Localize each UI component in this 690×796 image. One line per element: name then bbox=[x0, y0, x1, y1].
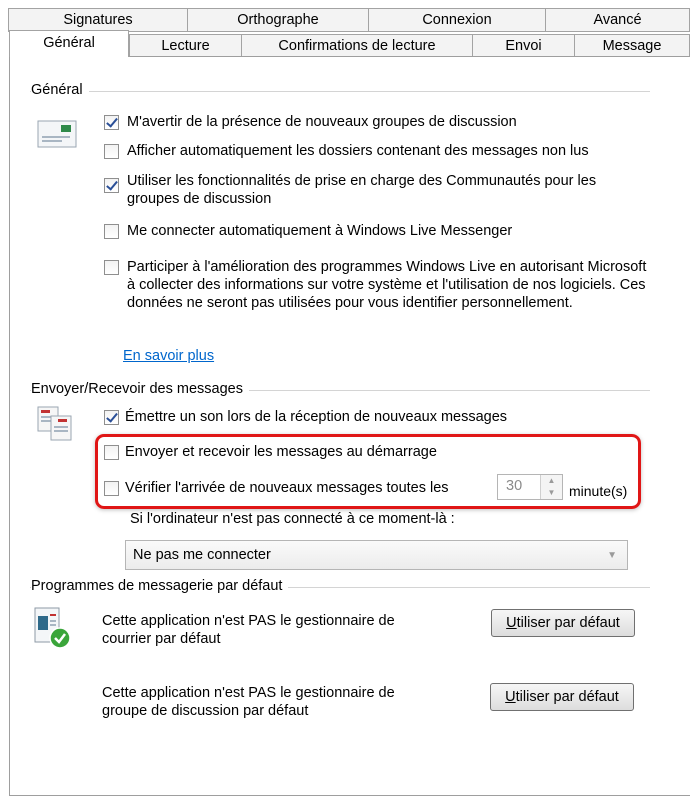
communities-support-checkbox[interactable] bbox=[104, 178, 119, 193]
auto-show-unread-folders-label: Afficher automatiquement les dossiers co… bbox=[127, 143, 589, 159]
group-divider-general bbox=[30, 91, 650, 92]
tab-connexion[interactable]: Connexion bbox=[368, 8, 546, 32]
tab-orthographe[interactable]: Orthographe bbox=[187, 8, 369, 32]
newsgroup-icon bbox=[37, 118, 79, 154]
default-mail-status-text: Cette application n'est PAS le gestionna… bbox=[102, 613, 395, 647]
button-mnemonic: U bbox=[505, 689, 516, 705]
set-default-mail-button[interactable]: Utiliser par défaut bbox=[491, 609, 635, 637]
group-title-default-programs: Programmes de messagerie par défaut bbox=[31, 578, 289, 594]
tab-envoi[interactable]: Envoi bbox=[472, 34, 575, 57]
communities-support-label: Utiliser les fonctionnalités de prise en… bbox=[127, 173, 597, 207]
notify-new-newsgroups-label: M'avertir de la présence de nouveaux gro… bbox=[127, 114, 517, 130]
check-badge-icon bbox=[49, 627, 71, 653]
participate-improvement-checkbox[interactable] bbox=[104, 260, 119, 275]
tab-message[interactable]: Message bbox=[574, 34, 690, 57]
chevron-down-icon: ▼ bbox=[607, 550, 617, 561]
button-label: tiliser par défaut bbox=[515, 689, 619, 705]
auto-connect-messenger-checkbox[interactable] bbox=[104, 224, 119, 239]
not-connected-dropdown[interactable]: Ne pas me connecter ▼ bbox=[125, 540, 628, 570]
tab-signatures[interactable]: Signatures bbox=[8, 8, 188, 32]
auto-connect-messenger-label: Me connecter automatiquement à Windows L… bbox=[127, 223, 513, 239]
set-default-news-button[interactable]: Utiliser par défaut bbox=[490, 683, 634, 711]
auto-show-unread-folders-checkbox[interactable] bbox=[104, 144, 119, 159]
tab-general[interactable]: Général bbox=[9, 30, 129, 57]
button-label: tiliser par défaut bbox=[516, 615, 620, 631]
red-highlight-box bbox=[95, 434, 641, 509]
not-connected-value: Ne pas me connecter bbox=[133, 547, 271, 563]
send-receive-icon bbox=[37, 406, 73, 446]
default-news-status-text: Cette application n'est PAS le gestionna… bbox=[102, 685, 395, 719]
participate-improvement-label: Participer à l'amélioration des programm… bbox=[127, 259, 647, 311]
learn-more-link[interactable]: En savoir plus bbox=[123, 348, 214, 364]
sound-on-receive-checkbox[interactable] bbox=[104, 410, 119, 425]
notify-new-newsgroups-checkbox[interactable] bbox=[104, 115, 119, 130]
tab-lecture[interactable]: Lecture bbox=[129, 34, 242, 57]
group-title-general: Général bbox=[31, 82, 89, 98]
tab-confirmations[interactable]: Confirmations de lecture bbox=[241, 34, 473, 57]
sound-on-receive-label: Émettre un son lors de la réception de n… bbox=[125, 409, 508, 425]
not-connected-label: Si l'ordinateur n'est pas connecté à ce … bbox=[130, 511, 455, 527]
button-mnemonic: U bbox=[506, 615, 517, 631]
tab-avance[interactable]: Avancé bbox=[545, 8, 690, 32]
group-title-send-receive: Envoyer/Recevoir des messages bbox=[31, 381, 249, 397]
